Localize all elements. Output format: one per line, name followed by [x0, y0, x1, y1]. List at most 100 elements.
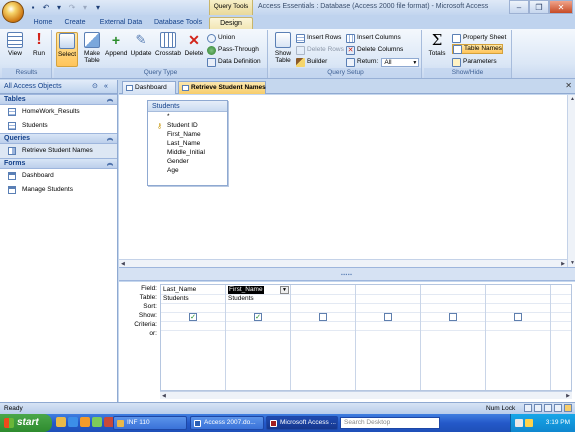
grid-column-1[interactable]: Last_Name Students ✓ — [161, 285, 226, 390]
office-button[interactable] — [2, 1, 24, 23]
scroll-down-icon[interactable]: ▼ — [570, 260, 575, 266]
undo-dropdown-icon[interactable]: ▾ — [54, 3, 64, 13]
field-list-item-first-name[interactable]: First_Name — [148, 130, 227, 139]
grid-column-4[interactable] — [356, 285, 421, 390]
grid-horizontal-scrollbar[interactable]: ◀ ▶ — [160, 391, 572, 399]
delete-rows-button[interactable]: Delete Rows — [296, 45, 344, 55]
customize-qat-icon[interactable]: ▾ — [93, 3, 103, 13]
show-checkbox[interactable] — [449, 313, 457, 321]
browser-icon[interactable] — [68, 417, 78, 427]
pivot-table-view-icon[interactable] — [534, 404, 542, 412]
nav-item-dashboard[interactable]: Dashboard — [0, 169, 117, 183]
pivot-chart-view-icon[interactable] — [544, 404, 552, 412]
show-checkbox-checked[interactable]: ✓ — [189, 313, 197, 321]
firefox-icon[interactable] — [80, 417, 90, 427]
media-icon[interactable] — [92, 417, 102, 427]
restore-button[interactable]: ❐ — [529, 0, 549, 14]
run-button[interactable]: ! Run — [28, 32, 50, 67]
tab-create[interactable]: Create — [62, 17, 88, 29]
start-button[interactable]: start — [0, 414, 52, 432]
tab-design[interactable]: Design — [209, 17, 253, 29]
insert-rows-button[interactable]: Insert Rows — [296, 33, 341, 43]
save-icon[interactable]: ▪ — [28, 3, 38, 13]
nav-item-homework-results[interactable]: HomeWork_Results — [0, 105, 117, 119]
grid-column-3[interactable] — [291, 285, 356, 390]
parameters-button[interactable]: Parameters — [452, 57, 497, 67]
design-view-icon[interactable] — [564, 404, 572, 412]
nav-section-tables[interactable]: Tables ︽ — [0, 94, 117, 105]
grid-column-5[interactable] — [421, 285, 486, 390]
field-list-item-gender[interactable]: Gender — [148, 157, 227, 166]
upper-horizontal-scrollbar[interactable]: ◀ ▶ — [119, 259, 567, 267]
append-button[interactable]: + Append — [105, 32, 127, 67]
tray-volume-icon[interactable] — [525, 419, 533, 427]
doc-tab-dashboard[interactable]: Dashboard — [122, 81, 176, 94]
tab-home[interactable]: Home — [30, 17, 56, 29]
field-list-title[interactable]: Students — [148, 101, 227, 112]
show-checkbox[interactable] — [319, 313, 327, 321]
crosstab-button[interactable]: Crosstab — [155, 32, 181, 67]
union-button[interactable]: Union — [207, 33, 235, 43]
insert-columns-button[interactable]: Insert Columns — [346, 33, 401, 43]
field-list-item-last-name[interactable]: Last_Name — [148, 139, 227, 148]
delete-query-button[interactable]: ✕ Delete — [183, 32, 205, 67]
update-button[interactable]: ✎ Update — [130, 32, 152, 67]
nav-pane-header[interactable]: All Access Objects ⊙ « — [0, 80, 117, 94]
nav-item-retrieve-student-names[interactable]: Retrieve Student Names — [0, 144, 117, 158]
grid-table-cell[interactable]: Students — [163, 295, 189, 303]
tab-database-tools[interactable]: Database Tools — [152, 17, 204, 29]
make-table-button[interactable]: Make Table — [81, 32, 103, 67]
scroll-left-icon[interactable]: ◀ — [162, 393, 166, 399]
desktop-search-input[interactable]: Search Desktop — [340, 417, 440, 429]
grid-column-6[interactable] — [486, 285, 551, 390]
taskbar-task-word-doc[interactable]: Access 2007.do... — [190, 416, 264, 430]
tray-network-icon[interactable] — [515, 419, 523, 427]
builder-button[interactable]: Builder — [296, 57, 327, 67]
taskbar-task-inf110[interactable]: INF 110 — [113, 416, 187, 430]
close-document-icon[interactable]: ✕ — [565, 81, 572, 90]
chevron-down-icon[interactable]: ⊙ — [92, 80, 98, 94]
field-list-item-all[interactable]: * — [148, 112, 227, 121]
sql-view-icon[interactable] — [554, 404, 562, 412]
field-list-students[interactable]: Students * ⚷ Student ID First_Name Last_… — [147, 100, 228, 186]
tab-external-data[interactable]: External Data — [98, 17, 144, 29]
folder-icon[interactable] — [56, 417, 66, 427]
data-definition-button[interactable]: Data Definition — [207, 57, 261, 67]
field-list-item-middle-initial[interactable]: Middle_Initial — [148, 148, 227, 157]
grid-table-cell[interactable]: Students — [228, 295, 254, 303]
show-table-button[interactable]: Show Table — [272, 32, 294, 67]
close-window-button[interactable]: ✕ — [549, 0, 573, 14]
show-checkbox-checked[interactable]: ✓ — [254, 313, 262, 321]
grid-field-cell-selected[interactable]: First_Name — [228, 286, 264, 294]
nav-item-manage-students[interactable]: Manage Students — [0, 183, 117, 197]
nav-section-forms[interactable]: Forms ︽ — [0, 158, 117, 169]
grid-column-2[interactable]: First_Name ▼ Students ✓ — [226, 285, 291, 390]
view-button[interactable]: View — [4, 32, 26, 67]
redo-icon[interactable]: ↷ — [67, 3, 77, 13]
pane-splitter[interactable]: ▪▪▪▪▪ — [119, 267, 575, 281]
show-checkbox[interactable] — [384, 313, 392, 321]
property-sheet-button[interactable]: Property Sheet — [452, 33, 506, 43]
scroll-right-icon[interactable]: ▶ — [566, 393, 570, 399]
field-list-item-student-id[interactable]: ⚷ Student ID — [148, 121, 227, 130]
nav-item-students[interactable]: Students — [0, 119, 117, 133]
taskbar-task-access[interactable]: Microsoft Access ... — [266, 416, 338, 430]
show-checkbox[interactable] — [514, 313, 522, 321]
pass-through-button[interactable]: Pass-Through — [207, 45, 259, 55]
minimize-button[interactable]: – — [509, 0, 529, 14]
field-dropdown-icon[interactable]: ▼ — [280, 286, 289, 294]
select-query-button[interactable]: Select — [56, 32, 78, 67]
redo-dropdown-icon[interactable]: ▾ — [80, 3, 90, 13]
delete-columns-button[interactable]: ✕ Delete Columns — [346, 45, 403, 55]
scroll-up-icon[interactable]: ▲ — [570, 96, 575, 102]
field-list-item-age[interactable]: Age — [148, 166, 227, 175]
undo-icon[interactable]: ↶ — [41, 3, 51, 13]
upper-vertical-scrollbar[interactable]: ▲ ▼ — [567, 95, 575, 267]
return-select[interactable]: All ▼ — [381, 57, 420, 67]
shutter-bar-close-icon[interactable]: « — [104, 80, 108, 94]
nav-section-queries[interactable]: Queries ︽ — [0, 133, 117, 144]
datasheet-view-icon[interactable] — [524, 404, 532, 412]
table-names-button[interactable]: Table Names — [452, 44, 503, 54]
grid-field-cell[interactable]: Last_Name — [163, 286, 196, 294]
totals-button[interactable]: Σ Totals — [426, 32, 448, 67]
